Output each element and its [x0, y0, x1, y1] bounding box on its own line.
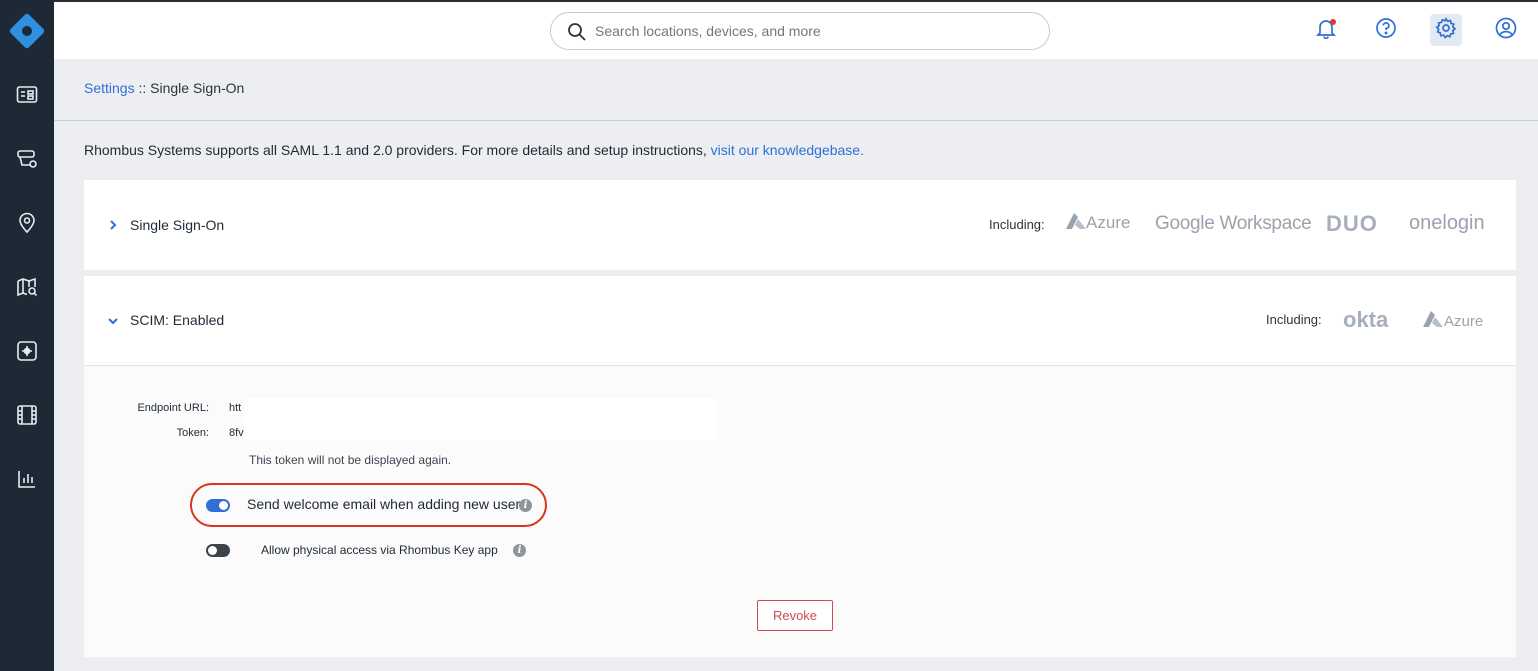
video-film-icon[interactable]	[13, 401, 41, 429]
user-avatar-icon	[1495, 17, 1517, 44]
info-icon[interactable]: i	[519, 499, 532, 512]
account-button[interactable]	[1490, 14, 1522, 46]
global-search[interactable]	[550, 12, 1050, 50]
integrations-icon[interactable]	[13, 337, 41, 365]
azure-logo: Azure	[1066, 213, 1130, 233]
dashboard-icon[interactable]	[13, 81, 41, 109]
map-search-icon[interactable]	[13, 273, 41, 301]
header-divider	[54, 120, 1538, 121]
sso-panel-title: Single Sign-On	[130, 217, 225, 233]
revoke-button[interactable]: Revoke	[757, 600, 833, 631]
sso-panel-header[interactable]: Single Sign-On Including: Azure Google W…	[84, 180, 1516, 270]
search-input[interactable]	[595, 21, 1025, 41]
gear-icon	[1435, 16, 1457, 44]
azure-logo-scim-text: Azure	[1444, 313, 1484, 330]
onelogin-logo: onelogin	[1409, 212, 1485, 234]
help-circle-icon	[1375, 17, 1397, 44]
token-label: Token:	[176, 427, 209, 439]
breadcrumb-current: Single Sign-On	[150, 80, 245, 96]
rhombus-logo-icon[interactable]	[8, 12, 46, 50]
toggle-knob	[219, 501, 228, 510]
chevron-down-icon	[106, 314, 120, 328]
toggle-knob	[208, 546, 217, 555]
token-value[interactable]: 8fv	[229, 427, 244, 439]
devices-icon[interactable]	[13, 145, 41, 173]
welcome-email-label: Send welcome email when adding new users…	[247, 496, 532, 512]
sso-panel: Single Sign-On Including: Azure Google W…	[84, 180, 1516, 270]
reports-chart-icon[interactable]	[13, 465, 41, 493]
breadcrumb-separator: ::	[134, 80, 151, 96]
scim-details: Endpoint URL: htt Token: 8fv This token …	[84, 366, 1516, 657]
scim-panel-header[interactable]: SCIM: Enabled Including: okta Azure	[84, 276, 1516, 366]
okta-logo: okta	[1343, 307, 1389, 332]
breadcrumb-settings-link[interactable]: Settings	[84, 80, 135, 96]
physical-access-toggle[interactable]	[206, 544, 230, 557]
top-bar	[54, 0, 1538, 59]
duo-logo: DUO	[1326, 211, 1378, 236]
search-icon	[567, 22, 587, 42]
sidebar-nav	[0, 0, 54, 671]
scim-panel: SCIM: Enabled Including: okta Azure Endp…	[84, 276, 1516, 657]
endpoint-url-label: Endpoint URL:	[137, 402, 209, 414]
endpoint-url-value[interactable]: htt	[229, 402, 241, 414]
scim-panel-title: SCIM: Enabled	[130, 312, 225, 328]
sso-including-label: Including:	[989, 217, 1045, 232]
help-button[interactable]	[1370, 14, 1402, 46]
info-icon[interactable]: i	[513, 544, 526, 557]
redacted-overlay	[244, 398, 716, 440]
settings-button[interactable]	[1430, 14, 1462, 46]
token-warning-note: This token will not be displayed again.	[249, 453, 452, 467]
scim-including-label: Including:	[1266, 312, 1322, 327]
location-pin-icon[interactable]	[13, 209, 41, 237]
breadcrumb: Settings :: Single Sign-On	[84, 80, 244, 96]
notification-dot	[1330, 19, 1336, 25]
chevron-right-icon	[106, 218, 120, 232]
welcome-email-toggle[interactable]	[206, 499, 230, 512]
azure-logo-scim: Azure	[1422, 311, 1483, 330]
google-workspace-logo: Google Workspace	[1155, 213, 1312, 234]
intro-text: Rhombus Systems supports all SAML 1.1 an…	[84, 142, 864, 158]
azure-logo-text: Azure	[1086, 213, 1131, 232]
intro-description: Rhombus Systems supports all SAML 1.1 an…	[84, 142, 711, 158]
notifications-button[interactable]	[1310, 14, 1342, 46]
physical-access-label: Allow physical access via Rhombus Key ap…	[261, 543, 498, 557]
knowledgebase-link[interactable]: visit our knowledgebase.	[711, 142, 864, 158]
